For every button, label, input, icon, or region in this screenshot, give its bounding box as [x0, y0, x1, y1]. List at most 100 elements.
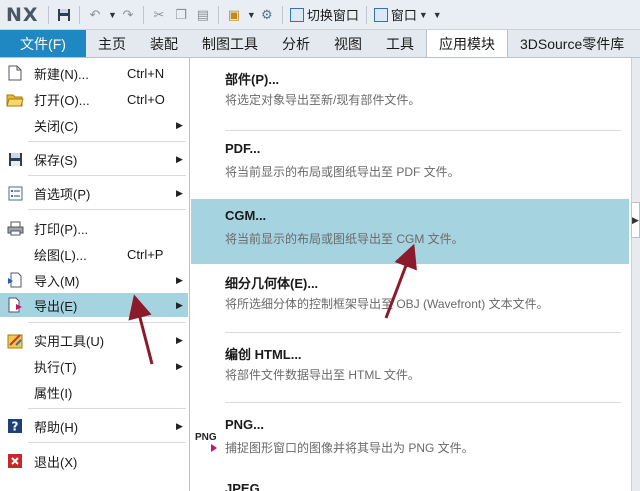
new-icon: [6, 64, 24, 82]
export-item-title: PDF...: [225, 141, 261, 156]
shortcut-label: Ctrl+P: [127, 246, 164, 262]
menu-item-plot[interactable]: 绘图(L)... Ctrl+P: [0, 242, 188, 266]
export-item-author-html[interactable]: 编创 HTML... 将部件文件数据导出至 HTML 文件。: [191, 335, 629, 393]
submenu-arrow-icon: ▶: [176, 119, 183, 130]
menu-item-label: 执行(T): [34, 359, 77, 375]
import-icon: [6, 271, 24, 289]
export-item-description: 捕捉图形窗口的图像并将其导出为 PNG 文件。: [225, 441, 474, 455]
submenu-arrow-icon: ▶: [176, 187, 183, 198]
menu-item-help[interactable]: ? 帮助(H) ▶: [0, 414, 188, 438]
export-item-subdivision-geometry[interactable]: 细分几何体(E)... 将所选细分体的控制框架导出至 OBJ (Wavefron…: [191, 264, 629, 326]
window-icon: [289, 7, 304, 22]
png-icon-label: PNG: [195, 432, 217, 443]
menu-item-new[interactable]: 新建(N)... Ctrl+N: [0, 61, 188, 85]
export-arrow-icon: [211, 444, 217, 452]
menu-item-utilities[interactable]: 实用工具(U) ▶: [0, 328, 188, 352]
file-tab[interactable]: 文件(F): [0, 30, 86, 57]
customize-icon[interactable]: ▼: [433, 10, 442, 20]
menu-item-execute[interactable]: 执行(T) ▶: [0, 354, 188, 378]
export-item-part[interactable]: 部件(P)... 将选定对象导出至新/现有部件文件。: [191, 62, 629, 114]
window-button[interactable]: 窗口 ▼ ▼: [371, 4, 445, 26]
copy-icon[interactable]: ❐: [172, 6, 190, 24]
menu-separator: [225, 402, 621, 403]
menu-item-exit[interactable]: 退出(X): [0, 449, 188, 473]
export-item-description: 将当前显示的布局或图纸导出至 PDF 文件。: [225, 165, 460, 179]
graphics-window-edge: [631, 58, 640, 491]
export-item-png[interactable]: PNG PNG... 捕捉图形窗口的图像并将其导出为 PNG 文件。: [191, 408, 629, 470]
ribbon-tabs: 文件(F) 主页 装配 制图工具 分析 视图 工具 应用模块 3DSource零…: [0, 30, 640, 58]
print-icon: [6, 219, 24, 237]
shortcut-label: Ctrl+N: [127, 65, 165, 81]
save-icon[interactable]: [55, 6, 73, 24]
separator: [281, 5, 283, 24]
menu-item-export[interactable]: 导出(E) ▶: [0, 293, 188, 317]
paste-icon[interactable]: ▤: [194, 6, 212, 24]
export-item-cgm[interactable]: CGM... 将当前显示的布局或图纸导出至 CGM 文件。: [191, 199, 629, 264]
menu-item-open[interactable]: 打开(O)... Ctrl+O: [0, 87, 188, 111]
menu-item-preferences[interactable]: 首选项(P) ▶: [0, 181, 188, 205]
tab-assembly[interactable]: 装配: [138, 30, 190, 57]
chevron-down-icon[interactable]: ▼: [247, 10, 256, 20]
open-folder-icon: [6, 90, 24, 108]
menu-item-properties[interactable]: 属性(I): [0, 380, 188, 404]
save-icon: [6, 150, 24, 168]
nx-logo: NX: [6, 3, 39, 26]
menu-separator: [28, 175, 186, 176]
menu-item-label: 退出(X): [34, 454, 78, 470]
menu-item-label: 打印(P)...: [34, 221, 89, 237]
menu-item-save[interactable]: 保存(S) ▶: [0, 147, 188, 171]
menu-separator: [28, 408, 186, 409]
menu-item-label: 新建(N)...: [34, 66, 89, 82]
submenu-arrow-icon: ▶: [176, 420, 183, 431]
shortcut-label: Ctrl+O: [127, 91, 165, 107]
title-bar: NX ↶ ▼ ↷ ✂ ❐ ▤ ▣ ▼ ⚙ 切换窗口 窗口 ▼ ▼: [0, 0, 640, 30]
menu-item-print[interactable]: 打印(P)...: [0, 216, 188, 240]
menu-item-label: 打开(O)...: [34, 92, 90, 108]
exit-icon: [6, 452, 24, 470]
tab-view[interactable]: 视图: [322, 30, 374, 57]
menu-item-label: 导入(M): [34, 273, 80, 289]
switch-window-label: 切换窗口: [306, 8, 359, 23]
tab-drafting-tools[interactable]: 制图工具: [190, 30, 270, 57]
export-item-pdf[interactable]: PDF... 将当前显示的布局或图纸导出至 PDF 文件。: [191, 132, 629, 192]
collapse-panel-button[interactable]: ▶: [631, 202, 640, 238]
tab-home[interactable]: 主页: [86, 30, 138, 57]
switch-window-button[interactable]: 切换窗口: [287, 4, 362, 26]
window-icon: [373, 7, 388, 22]
menu-separator: [28, 209, 186, 210]
menu-item-label: 实用工具(U): [34, 333, 105, 349]
menu-item-import[interactable]: 导入(M) ▶: [0, 268, 188, 292]
repeat-command-icon[interactable]: ⚙: [258, 6, 276, 24]
export-item-title: PNG...: [225, 417, 265, 432]
window-label: 窗口: [390, 8, 417, 23]
tab-3dsource-parts[interactable]: 3DSource零件库: [508, 30, 636, 57]
tab-applications[interactable]: 应用模块: [426, 30, 508, 57]
separator: [217, 5, 219, 24]
chevron-down-icon[interactable]: ▼: [108, 10, 117, 20]
submenu-arrow-icon: ▶: [176, 274, 183, 285]
menu-item-label: 帮助(H): [34, 419, 79, 435]
chevron-down-icon: ▼: [418, 9, 428, 20]
submenu-arrow-icon: ▶: [176, 360, 183, 371]
menu-separator: [225, 130, 621, 131]
export-item-description: 将选定对象导出至新/现有部件文件。: [225, 93, 421, 107]
submenu-arrow-icon: ▶: [176, 334, 183, 345]
file-menu: 新建(N)... Ctrl+N 打开(O)... Ctrl+O 关闭(C) ▶ …: [0, 58, 190, 491]
export-item-title: 部件(P)...: [225, 72, 280, 87]
separator: [79, 5, 80, 24]
undo-icon[interactable]: ↶: [86, 6, 104, 24]
export-item-title: JPEG...: [225, 481, 271, 491]
utilities-icon: [6, 331, 24, 349]
tab-analysis[interactable]: 分析: [270, 30, 322, 57]
menu-item-close[interactable]: 关闭(C) ▶: [0, 113, 188, 137]
submenu-arrow-icon: ▶: [176, 153, 183, 164]
menu-item-label: 绘图(L)...: [34, 247, 87, 263]
tab-tools[interactable]: 工具: [374, 30, 426, 57]
menu-item-label: 保存(S): [34, 152, 78, 168]
export-item-jpeg[interactable]: JPEG...: [191, 476, 629, 491]
touch-mode-icon[interactable]: ▣: [225, 6, 243, 24]
menu-separator: [28, 322, 186, 323]
export-item-title: 编创 HTML...: [225, 347, 302, 362]
redo-icon[interactable]: ↷: [119, 6, 137, 24]
cut-icon[interactable]: ✂: [150, 6, 168, 24]
